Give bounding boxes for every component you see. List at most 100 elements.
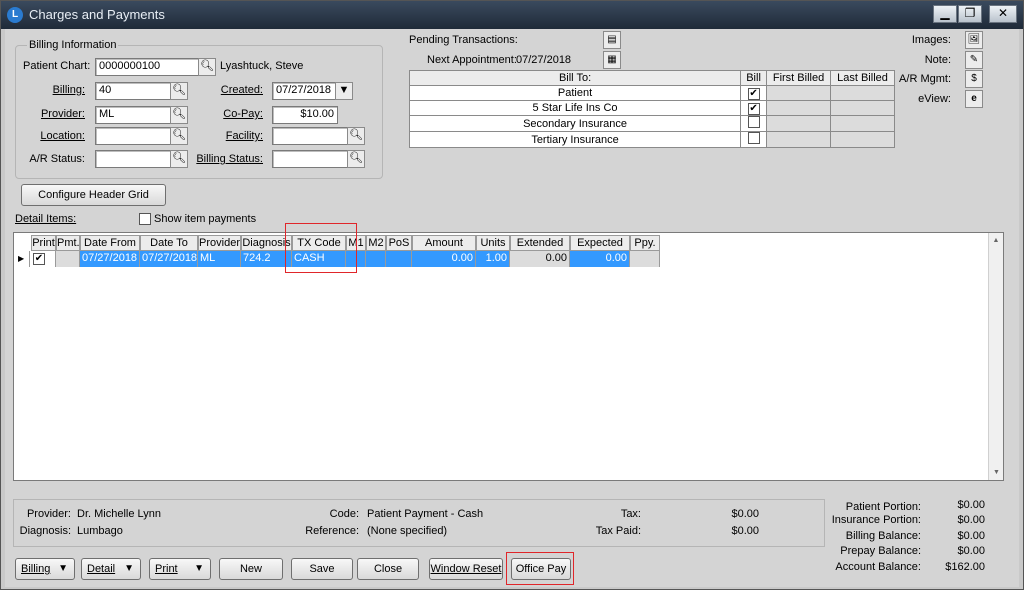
show-item-payments-checkbox[interactable] <box>139 213 151 225</box>
expected-cell[interactable]: 0.00 <box>570 251 630 267</box>
note-icon[interactable]: ✎ <box>965 51 983 69</box>
scroll-up-icon[interactable]: ▲ <box>989 237 1003 244</box>
created-label: Created: <box>220 84 263 96</box>
created-dropdown-icon[interactable]: ▼ <box>335 82 353 100</box>
billing-search-icon[interactable]: 🔍︎ <box>170 82 188 100</box>
tax-label: Tax: <box>620 508 641 520</box>
minimize-button[interactable]: ▁ <box>933 5 957 23</box>
grid-scrollbar[interactable]: ▲ ▼ <box>988 233 1003 480</box>
billing-status-field[interactable] <box>272 150 348 168</box>
pending-transactions-icon[interactable]: ▤ <box>603 31 621 49</box>
pos-cell[interactable] <box>386 251 412 267</box>
bill-to-row[interactable]: Tertiary Insurance <box>408 131 895 148</box>
save-button[interactable]: Save <box>291 558 353 580</box>
billing-field[interactable]: 40 <box>95 82 171 100</box>
ar-mgmt-icon[interactable]: $ <box>965 70 983 88</box>
row-pointer-icon: ▶ <box>14 251 30 267</box>
col-amount[interactable]: Amount <box>412 235 476 251</box>
units-cell[interactable]: 1.00 <box>476 251 510 267</box>
tax-value: $0.00 <box>731 508 759 520</box>
tax-paid-value: $0.00 <box>731 525 759 537</box>
facility-search-icon[interactable]: 🔍︎ <box>347 127 365 145</box>
chevron-down-icon: ▼ <box>124 563 134 574</box>
col-date-from[interactable]: Date From <box>80 235 140 251</box>
pmt-cell[interactable] <box>56 251 80 267</box>
summary-reference-value: (None specified) <box>367 525 448 537</box>
print-menu-button[interactable]: Print ▼ <box>149 558 211 580</box>
location-label: Location: <box>40 130 85 142</box>
eview-icon[interactable]: e <box>965 90 983 108</box>
created-field[interactable]: 07/27/2018 <box>272 82 336 100</box>
copay-field[interactable]: $10.00 <box>272 106 338 124</box>
prepay-balance-value: $0.00 <box>957 545 985 557</box>
bill-to-row[interactable]: 5 Star Life Ins Co ✔ <box>408 100 895 116</box>
window-title: Charges and Payments <box>29 7 165 22</box>
col-pmt[interactable]: Pmt. <box>56 235 80 251</box>
provider-field[interactable]: ML <box>95 106 171 124</box>
images-icon[interactable]: 🖼︎ <box>965 31 983 49</box>
detail-items-label: Detail Items: <box>15 213 77 225</box>
billing-status-search-icon[interactable]: 🔍︎ <box>347 150 365 168</box>
bill-to-row[interactable]: Patient ✔ <box>408 85 895 101</box>
col-units[interactable]: Units <box>476 235 510 251</box>
insurance-portion-value: $0.00 <box>957 514 985 526</box>
provider-search-icon[interactable]: 🔍︎ <box>170 106 188 124</box>
location-field[interactable] <box>95 127 171 145</box>
bill-to-row[interactable]: Secondary Insurance <box>408 115 895 132</box>
amount-cell[interactable]: 0.00 <box>412 251 476 267</box>
col-ppy[interactable]: Ppy. <box>630 235 660 251</box>
configure-header-grid-button[interactable]: Configure Header Grid <box>21 184 166 206</box>
window-reset-button[interactable]: Window Reset <box>429 558 503 580</box>
col-expected[interactable]: Expected <box>570 235 630 251</box>
provider-cell[interactable]: ML <box>198 251 241 267</box>
col-m2[interactable]: M2 <box>366 235 386 251</box>
date-to-cell[interactable]: 07/27/2018 <box>140 251 198 267</box>
patient-chart-field[interactable]: 0000000100 <box>95 58 199 76</box>
patient-chart-search-icon[interactable]: 🔍︎ <box>198 58 216 76</box>
print-checkbox[interactable]: ✔ <box>33 253 45 265</box>
provider-label: Provider: <box>40 108 85 120</box>
summary-provider-label: Provider: <box>26 508 71 520</box>
patient-name: Lyashtuck, Steve <box>220 60 304 72</box>
facility-field[interactable] <box>272 127 348 145</box>
bill-checkbox[interactable] <box>747 132 760 144</box>
bill-header: Bill <box>740 70 768 86</box>
bill-checkbox[interactable]: ✔ <box>747 87 760 100</box>
col-print[interactable]: Print <box>31 235 56 251</box>
summary-diagnosis-value: Lumbago <box>77 525 123 537</box>
charges-payments-window: L Charges and Payments ▁ ❐ ✕ Billing Inf… <box>0 0 1024 590</box>
col-date-to[interactable]: Date To <box>140 235 198 251</box>
maximize-button[interactable]: ❐ <box>958 5 982 23</box>
scroll-down-icon[interactable]: ▼ <box>989 469 1004 476</box>
billing-balance-value: $0.00 <box>957 530 985 542</box>
m2-cell[interactable] <box>366 251 386 267</box>
close-button[interactable]: Close <box>357 558 419 580</box>
appointment-calendar-icon[interactable]: ▦ <box>603 51 621 69</box>
insurance-portion-label: Insurance Portion: <box>831 514 921 526</box>
col-pos[interactable]: PoS <box>386 235 412 251</box>
ar-status-field[interactable] <box>95 150 171 168</box>
detail-menu-label: Detail <box>87 563 116 575</box>
pending-transactions-label: Pending Transactions: <box>409 34 518 46</box>
ar-mgmt-label: A/R Mgmt: <box>899 73 951 85</box>
new-button[interactable]: New <box>219 558 283 580</box>
summary-reference-label: Reference: <box>305 525 359 537</box>
patient-portion-value: $0.00 <box>957 499 985 511</box>
summary-diagnosis-label: Diagnosis: <box>19 525 71 537</box>
patient-portion-label: Patient Portion: <box>845 501 921 513</box>
billing-label: Billing: <box>52 84 85 96</box>
date-from-cell[interactable]: 07/27/2018 <box>80 251 140 267</box>
col-extended[interactable]: Extended <box>510 235 570 251</box>
bill-checkbox[interactable]: ✔ <box>747 102 760 115</box>
client-area: Billing Information Patient Chart: 00000… <box>5 29 1019 587</box>
location-search-icon[interactable]: 🔍︎ <box>170 127 188 145</box>
billing-menu-button[interactable]: Billing ▼ <box>15 558 75 580</box>
bill-checkbox[interactable] <box>747 116 760 128</box>
close-window-button[interactable]: ✕ <box>989 5 1017 23</box>
col-provider[interactable]: Provider <box>198 235 241 251</box>
ar-status-search-icon[interactable]: 🔍︎ <box>170 150 188 168</box>
prepay-balance-label: Prepay Balance: <box>840 545 921 557</box>
detail-menu-button[interactable]: Detail ▼ <box>81 558 141 580</box>
summary-code-label: Code: <box>329 508 359 520</box>
billing-menu-label: Billing <box>21 563 51 575</box>
